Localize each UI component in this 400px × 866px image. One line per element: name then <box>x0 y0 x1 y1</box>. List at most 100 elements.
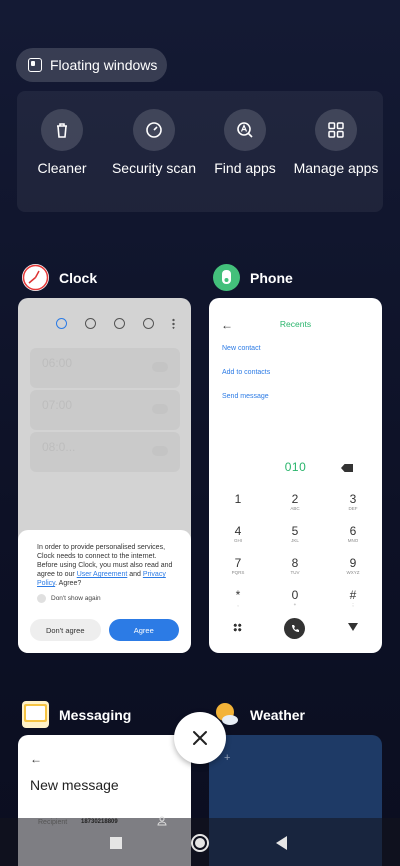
clock-app-icon <box>22 264 49 291</box>
user-agreement-link[interactable]: User Agreement <box>77 571 128 578</box>
dont-show-again-label: Don't show again <box>51 595 101 602</box>
dialpad-grid-icon[interactable] <box>233 623 242 632</box>
recents-nav-icon[interactable] <box>110 837 122 849</box>
key-letters: WXYZ <box>346 570 360 575</box>
clock-app-header[interactable]: Clock <box>22 264 97 291</box>
alarm-row: 08:0... <box>30 432 180 472</box>
stopwatch-tab-icon[interactable] <box>114 318 125 329</box>
dial-key-4[interactable]: 4 GHI <box>218 524 258 544</box>
key-digit: 5 <box>291 524 299 538</box>
alarm-time: 07:00 <box>42 398 73 412</box>
messaging-app-header[interactable]: Messaging <box>22 701 131 728</box>
key-letters: PQRS <box>231 570 245 575</box>
key-digit: 3 <box>349 492 357 506</box>
phone-app-name: Phone <box>250 269 293 286</box>
key-digit: 1 <box>234 492 242 506</box>
trash-icon <box>41 109 83 151</box>
dial-key-5[interactable]: 5 JKL <box>275 524 315 544</box>
clock-app-card[interactable]: 06:00 07:00 08:0... In order to provide … <box>18 298 191 653</box>
more-options-icon[interactable] <box>172 318 175 329</box>
find-apps-label: Find apps <box>214 160 276 176</box>
phone-app-header[interactable]: Phone <box>213 264 293 291</box>
dial-key-7[interactable]: 7 PQRS <box>218 556 258 576</box>
key-letters: DEF <box>348 506 358 511</box>
back-nav-icon[interactable] <box>276 836 287 850</box>
key-digit: * <box>235 588 241 602</box>
phone-app-icon <box>213 264 240 291</box>
new-message-title: New message <box>30 777 119 793</box>
alarm-row: 06:00 <box>30 348 180 388</box>
dial-key-3[interactable]: 3 DEF <box>333 492 373 512</box>
key-digit: # <box>349 588 357 602</box>
clock-app-name: Clock <box>59 269 98 286</box>
checkbox-circle <box>37 594 46 603</box>
floating-window-icon <box>28 58 42 72</box>
world-clock-tab-icon[interactable] <box>85 318 96 329</box>
agree-button[interactable]: Agree <box>108 619 179 641</box>
key-digit: 2 <box>291 492 299 506</box>
new-contact-link[interactable]: New contact <box>222 345 261 352</box>
quick-tools-panel: Cleaner Security scan Find apps Manage a… <box>17 91 383 212</box>
key-letters: TUV <box>290 570 300 575</box>
alarm-row: 07:00 <box>30 390 180 430</box>
find-apps-button[interactable]: Find apps <box>200 109 290 177</box>
phone-app-card[interactable]: ← Recents New contact Add to contacts Se… <box>209 298 382 653</box>
weather-app-name: Weather <box>250 706 305 723</box>
cleaner-button[interactable]: Cleaner <box>17 109 107 177</box>
key-letters: ; <box>352 602 354 607</box>
call-button[interactable] <box>284 618 305 639</box>
dialed-number: 010 <box>284 460 307 474</box>
internet-permission-dialog: In order to provide personalised service… <box>18 530 191 653</box>
clear-all-button[interactable] <box>174 712 226 764</box>
back-arrow-icon[interactable]: ← <box>30 752 42 766</box>
dont-show-again-checkbox[interactable]: Don't show again <box>37 594 173 603</box>
contact-icon[interactable] <box>157 816 167 826</box>
key-letters: ABC <box>290 506 300 511</box>
add-to-contacts-link[interactable]: Add to contacts <box>222 369 270 376</box>
phone-call-icon <box>291 624 299 632</box>
alarm-toggle <box>152 446 168 456</box>
messaging-app-icon <box>22 701 49 728</box>
alarm-toggle <box>152 362 168 372</box>
alarm-tab-icon[interactable] <box>56 318 67 329</box>
security-scan-button[interactable]: Security scan <box>109 109 199 177</box>
key-digit: 4 <box>234 524 242 538</box>
alarm-toggle <box>152 404 168 414</box>
manage-apps-label: Manage apps <box>293 160 379 176</box>
weather-app-header[interactable]: Weather <box>213 701 305 728</box>
floating-windows-label: Floating windows <box>50 57 158 73</box>
floating-windows-button[interactable]: Floating windows <box>16 48 167 82</box>
security-scan-label: Security scan <box>111 160 197 176</box>
key-digit: 0 <box>291 588 299 602</box>
dial-key-hash[interactable]: #; <box>333 588 373 608</box>
manage-apps-button[interactable]: Manage apps <box>291 109 381 177</box>
dial-key-star[interactable]: *, <box>218 588 258 608</box>
find-apps-icon <box>224 109 266 151</box>
cleaner-label: Cleaner <box>37 160 87 176</box>
key-digit: 7 <box>234 556 242 570</box>
home-nav-icon[interactable] <box>191 834 209 852</box>
send-message-link[interactable]: Send message <box>222 393 269 400</box>
dial-key-2[interactable]: 2 ABC <box>275 492 315 512</box>
key-letters: MNO <box>347 538 359 543</box>
dialog-message: In order to provide personalised service… <box>37 543 173 588</box>
timer-tab-icon[interactable] <box>143 318 154 329</box>
key-letters: GHI <box>233 538 242 543</box>
collapse-dialpad-icon[interactable] <box>348 623 358 631</box>
security-gauge-icon <box>133 109 175 151</box>
close-icon <box>193 731 207 745</box>
dont-agree-button[interactable]: Don't agree <box>30 619 101 641</box>
key-letters: + <box>293 602 297 607</box>
grid-icon <box>315 109 357 151</box>
dial-key-6[interactable]: 6 MNO <box>333 524 373 544</box>
recipient-label: Recipient <box>38 819 68 826</box>
dial-key-8[interactable]: 8 TUV <box>275 556 315 576</box>
key-letters: JKL <box>291 538 299 543</box>
dial-key-0[interactable]: 0 + <box>275 588 315 608</box>
dial-key-9[interactable]: 9 WXYZ <box>333 556 373 576</box>
alarm-time: 06:00 <box>42 356 73 370</box>
add-city-icon[interactable]: + <box>224 752 230 764</box>
dial-key-1[interactable]: 1 <box>218 492 258 506</box>
dialog-text: . Agree? <box>55 580 82 587</box>
phone-page-title: Recents <box>279 319 312 329</box>
